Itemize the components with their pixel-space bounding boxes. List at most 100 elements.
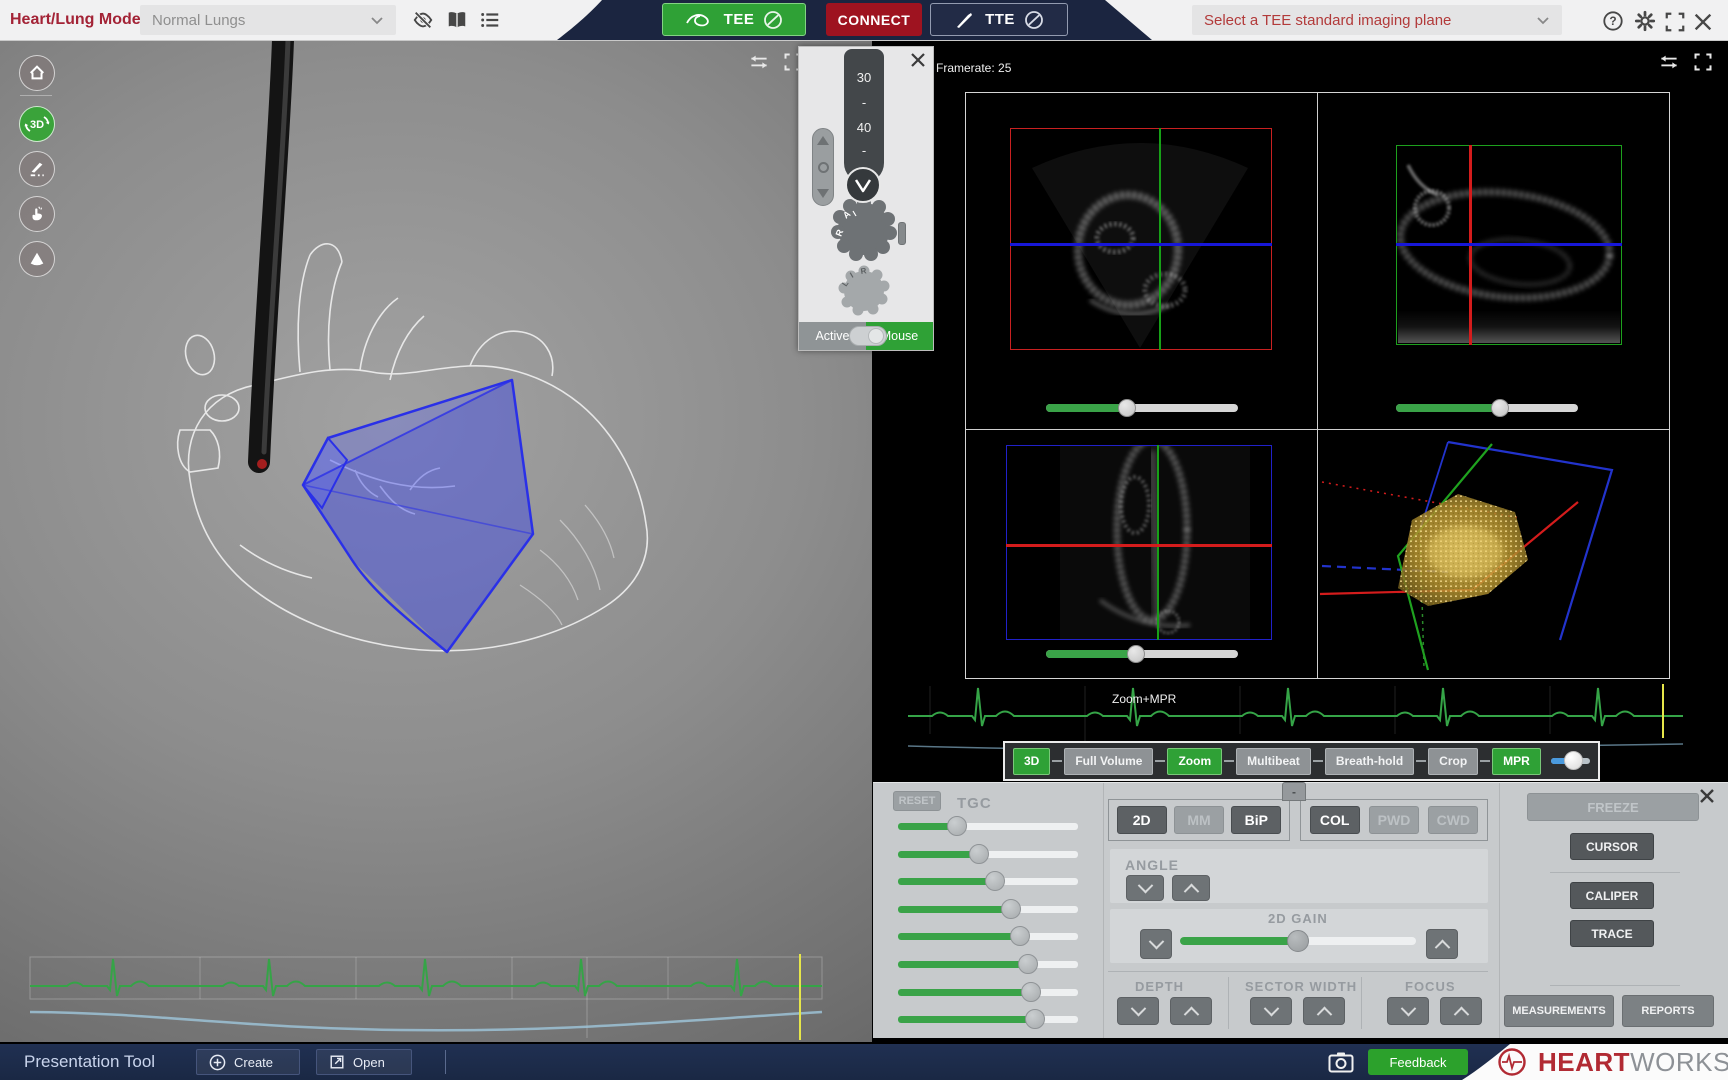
open-external-icon (329, 1054, 345, 1070)
trace-button[interactable]: TRACE (1570, 920, 1654, 947)
rotate-3d-button[interactable]: 3D (19, 106, 55, 142)
crosshair-blue-horizontal[interactable] (1010, 243, 1272, 246)
caliper-button[interactable]: CALIPER (1570, 882, 1654, 909)
sector-increase-button[interactable] (1303, 997, 1345, 1025)
sector-volume-button[interactable] (19, 241, 55, 277)
fullscreen-view-icon[interactable] (1692, 52, 1714, 72)
tgc-slider-4[interactable] (898, 906, 1078, 913)
close-app-icon[interactable] (1692, 11, 1714, 33)
rotate-knob-small[interactable]: L I R (836, 265, 892, 317)
chevron-down-icon (1137, 877, 1153, 893)
acquisition-mode-full-volume[interactable]: Full Volume (1064, 748, 1153, 775)
help-icon[interactable]: ? (1602, 10, 1624, 32)
tgc-slider-3[interactable] (898, 878, 1078, 885)
doppler-mode-col[interactable]: COL (1310, 806, 1360, 834)
crosshair-blue-horizontal-2[interactable] (1396, 243, 1622, 246)
screenshot-camera-icon[interactable] (1328, 1051, 1354, 1073)
cursor-button[interactable]: CURSOR (1570, 833, 1654, 860)
doppler-mode-pwd[interactable]: PWD (1369, 806, 1419, 834)
flex-knob-large[interactable]: A R (829, 195, 899, 263)
imaging-control-panel: RESET TGC 2DMMBiP COLPWDCWD ANGLE 2D GAI… (873, 782, 1728, 1038)
tgc-slider-7[interactable] (898, 989, 1078, 996)
top-bar: Heart/Lung Model Normal Lungs TEE (0, 0, 1728, 41)
gain-increase-button[interactable] (1426, 929, 1458, 959)
fullscreen-icon[interactable] (1664, 11, 1686, 33)
acquisition-mode-3d[interactable]: 3D (1013, 748, 1050, 775)
book-icon[interactable] (446, 9, 468, 31)
tgc-reset-button[interactable]: RESET (893, 791, 941, 811)
depth-tick-2: - (844, 144, 884, 157)
swap-view-icon[interactable] (1658, 52, 1680, 72)
active-mouse-toggle[interactable]: Active Mouse (799, 322, 933, 350)
angle-decrease-button[interactable] (1126, 875, 1164, 901)
open-button[interactable]: Open (316, 1049, 412, 1075)
chevron-up-icon (1453, 1006, 1469, 1022)
list-icon[interactable] (479, 9, 501, 31)
toggle-pill[interactable] (849, 326, 887, 346)
gain-label: 2D GAIN (1268, 911, 1328, 926)
probe-tip-control[interactable] (845, 167, 881, 203)
mpr-slider-top-left[interactable] (1046, 404, 1238, 412)
imaging-mode-bip[interactable]: BiP (1231, 806, 1281, 834)
tgc-slider-1[interactable] (898, 823, 1078, 830)
tgc-label: TGC (957, 795, 992, 812)
knob-side-handle[interactable] (898, 222, 906, 245)
swap-view-icon[interactable] (748, 52, 770, 72)
draw-tool-button[interactable] (19, 151, 55, 187)
crosshair-green-vertical-2[interactable] (1157, 445, 1159, 640)
probe-control-panel: 30 - 40 - A R (798, 46, 934, 351)
panel-minimize-tab[interactable]: - (1282, 782, 1306, 801)
tgc-slider-5[interactable] (898, 933, 1078, 940)
close-control-panel-icon[interactable] (1698, 787, 1716, 805)
connect-button[interactable]: CONNECT (826, 3, 922, 36)
acquisition-mode-mpr[interactable]: MPR (1492, 748, 1541, 775)
tgc-slider-8[interactable] (898, 1016, 1078, 1023)
tee-mode-button[interactable]: TEE (662, 3, 806, 36)
mpr-slider-top-right[interactable] (1396, 404, 1578, 412)
hide-eye-icon[interactable] (412, 9, 434, 31)
home-button[interactable] (19, 55, 55, 91)
doppler-mode-cwd[interactable]: CWD (1428, 806, 1478, 834)
logo-heart: HEART (1538, 1047, 1630, 1077)
depth-increase-button[interactable] (1170, 997, 1212, 1025)
bottom-bar-divider (445, 1050, 446, 1074)
freeze-button[interactable]: FREEZE (1527, 793, 1699, 821)
gain-slider[interactable] (1180, 937, 1416, 945)
depth-tick: - (844, 96, 884, 109)
gain-decrease-button[interactable] (1140, 929, 1172, 959)
measurements-button[interactable]: MEASUREMENTS (1504, 995, 1614, 1027)
imaging-mode-mm[interactable]: MM (1174, 806, 1224, 834)
lung-model-dropdown[interactable]: Normal Lungs (140, 5, 396, 35)
probe-depth-shaft[interactable]: 30 - 40 - (844, 49, 884, 183)
mpr-quad-blue-plane[interactable] (1006, 445, 1272, 640)
acquisition-mode-zoom[interactable]: Zoom (1167, 748, 1222, 775)
tte-disable-icon (1024, 10, 1044, 30)
tgc-slider-6[interactable] (898, 961, 1078, 968)
settings-gear-icon[interactable] (1634, 10, 1656, 32)
sector-decrease-button[interactable] (1250, 997, 1292, 1025)
focus-decrease-button[interactable] (1387, 997, 1429, 1025)
create-button[interactable]: Create (196, 1049, 300, 1075)
mode-connector-dash (1480, 760, 1490, 762)
depth-label: DEPTH (1135, 979, 1184, 994)
heart-3d-viewport[interactable] (0, 40, 872, 1042)
angle-increase-button[interactable] (1172, 875, 1210, 901)
tgc-slider-2[interactable] (898, 851, 1078, 858)
imaging-mode-2d[interactable]: 2D (1117, 806, 1167, 834)
reports-button[interactable]: REPORTS (1622, 995, 1714, 1027)
focus-increase-button[interactable] (1440, 997, 1482, 1025)
close-probe-panel-icon[interactable] (909, 51, 927, 69)
acquisition-speed-slider[interactable] (1551, 758, 1590, 764)
crosshair-green-vertical[interactable] (1159, 128, 1161, 350)
acquisition-mode-breath-hold[interactable]: Breath-hold (1325, 748, 1414, 775)
mpr-slider-bottom-left[interactable] (1046, 650, 1238, 658)
acquisition-mode-crop[interactable]: Crop (1428, 748, 1478, 775)
crosshair-red-horizontal[interactable] (1006, 544, 1272, 547)
tte-mode-button[interactable]: TTE (930, 3, 1068, 36)
hand-tool-button[interactable] (19, 196, 55, 232)
chevron-up-icon (1434, 939, 1450, 955)
imaging-plane-dropdown[interactable]: Select a TEE standard imaging plane (1192, 5, 1562, 35)
depth-decrease-button[interactable] (1117, 997, 1159, 1025)
mpr-quad-red-plane[interactable] (1010, 128, 1272, 350)
acquisition-mode-multibeat[interactable]: Multibeat (1236, 748, 1311, 775)
